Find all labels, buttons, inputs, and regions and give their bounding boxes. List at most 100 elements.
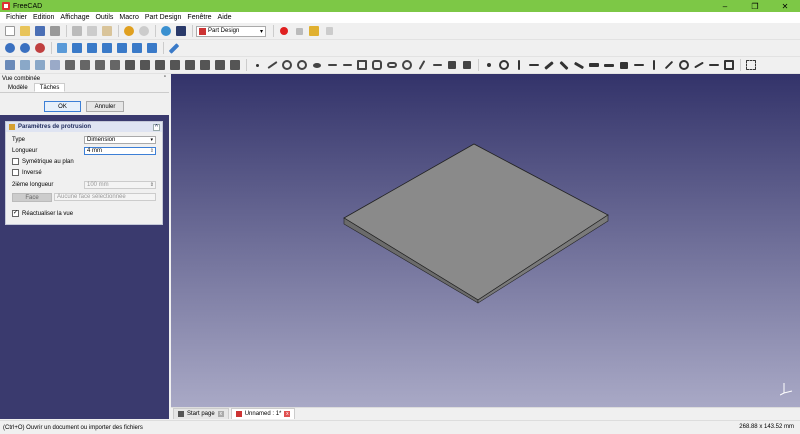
new-icon[interactable] [3,24,17,38]
tab-modele[interactable]: Modèle [2,83,34,92]
refine-checkbox[interactable]: ✓ [12,210,19,217]
subtractive-loft-icon[interactable] [183,58,197,72]
pin-icon[interactable]: ▫ [164,74,166,80]
cancel-button[interactable]: Annuler [86,101,124,112]
paste-icon[interactable] [100,24,114,38]
close-tab-icon[interactable]: x [217,411,224,417]
view-top-icon[interactable] [85,41,99,55]
constrain-distance-icon[interactable] [662,58,676,72]
circle-icon[interactable] [295,58,309,72]
draw-style-icon[interactable] [33,41,47,55]
refresh-icon[interactable] [159,24,173,38]
workbench-selector[interactable]: Part Design ▾ [196,25,266,37]
loft-icon[interactable] [93,58,107,72]
conic-icon[interactable] [310,58,324,72]
constrain-vertical-icon[interactable] [512,58,526,72]
pipe-icon[interactable] [108,58,122,72]
select-elements-icon[interactable] [744,58,758,72]
macro-play-icon[interactable] [322,24,336,38]
tab-taches[interactable]: Tâches [33,83,66,92]
measure-icon[interactable] [167,41,181,55]
3d-viewport[interactable] [171,74,800,407]
copy-icon[interactable] [85,24,99,38]
line-icon[interactable] [265,58,279,72]
pocket-icon[interactable] [138,58,152,72]
cut-icon[interactable] [70,24,84,38]
view-bottom-icon[interactable] [130,41,144,55]
polygon-icon[interactable] [370,58,384,72]
extend-icon[interactable] [430,58,444,72]
fit-selection-icon[interactable] [18,41,32,55]
view-rear-icon[interactable] [115,41,129,55]
fillet-sketch-icon[interactable] [400,58,414,72]
slot-icon[interactable] [385,58,399,72]
spin-arrows-icon[interactable]: ⇕ [150,148,154,154]
hole-icon[interactable] [153,58,167,72]
create-sketch-icon[interactable] [18,58,32,72]
pad-solid[interactable] [171,74,800,407]
constrain-coincident-icon[interactable] [482,58,496,72]
open-icon[interactable] [18,24,32,38]
fillet-icon[interactable] [213,58,227,72]
revolution-icon[interactable] [78,58,92,72]
menu-macro[interactable]: Macro [116,12,141,23]
pad-top-face[interactable] [343,143,609,301]
maximize-button[interactable]: ❐ [740,0,770,12]
menu-edition[interactable]: Edition [30,12,57,23]
whats-this-icon[interactable] [174,24,188,38]
constrain-distance-x-icon[interactable] [632,58,646,72]
length-input[interactable]: 4 mm ⇕ [84,147,156,155]
bspline-icon[interactable] [325,58,339,72]
menu-fichier[interactable]: Fichier [3,12,30,23]
additive-primitive-icon[interactable] [123,58,137,72]
view-front-icon[interactable] [70,41,84,55]
undo-icon[interactable] [122,24,136,38]
constrain-point-on-object-icon[interactable] [497,58,511,72]
ok-button[interactable]: OK [44,101,81,112]
constrain-equal-icon[interactable] [587,58,601,72]
trim-icon[interactable] [415,58,429,72]
save-icon[interactable] [33,24,47,38]
constrain-symmetric-icon[interactable] [602,58,616,72]
print-icon[interactable] [48,24,62,38]
pad-icon[interactable] [63,58,77,72]
menu-outils[interactable]: Outils [92,12,116,23]
constrain-perpendicular-icon[interactable] [557,58,571,72]
create-body-icon[interactable] [3,58,17,72]
macro-edit-icon[interactable] [307,24,321,38]
view-left-icon[interactable] [145,41,159,55]
minimize-button[interactable]: – [710,0,740,12]
datum-icon[interactable] [48,58,62,72]
close-button[interactable]: ✕ [770,0,800,12]
tab-start-page[interactable]: Start page x [173,408,229,419]
macro-stop-icon[interactable] [292,24,306,38]
snell-law-icon[interactable] [722,58,736,72]
toggle-driving-icon[interactable] [707,58,721,72]
menu-part-design[interactable]: Part Design [142,12,185,23]
arc-icon[interactable] [280,58,294,72]
validate-sketch-icon[interactable] [33,58,47,72]
symmetric-checkbox[interactable] [12,158,19,165]
groove-icon[interactable] [168,58,182,72]
reversed-checkbox[interactable] [12,169,19,176]
fit-all-icon[interactable] [3,41,17,55]
macro-record-icon[interactable] [277,24,291,38]
rectangle-icon[interactable] [355,58,369,72]
second-length-input[interactable]: 100 mm ⇕ [84,181,156,189]
constrain-distance-y-icon[interactable] [647,58,661,72]
collapse-icon[interactable]: ^ [153,124,160,131]
view-right-icon[interactable] [100,41,114,55]
constrain-angle-icon[interactable] [692,58,706,72]
tab-unnamed[interactable]: Unnamed : 1* x [230,408,296,419]
point-icon[interactable] [250,58,264,72]
subtractive-pipe-icon[interactable] [198,58,212,72]
constrain-lock-icon[interactable] [617,58,631,72]
external-geometry-icon[interactable] [445,58,459,72]
close-tab-icon[interactable]: x [284,411,291,417]
constrain-parallel-icon[interactable] [542,58,556,72]
redo-icon[interactable] [137,24,151,38]
constrain-radius-icon[interactable] [677,58,691,72]
chamfer-icon[interactable] [228,58,242,72]
face-button[interactable]: Face [12,193,52,202]
type-select[interactable]: Dimension ▾ [84,136,156,144]
